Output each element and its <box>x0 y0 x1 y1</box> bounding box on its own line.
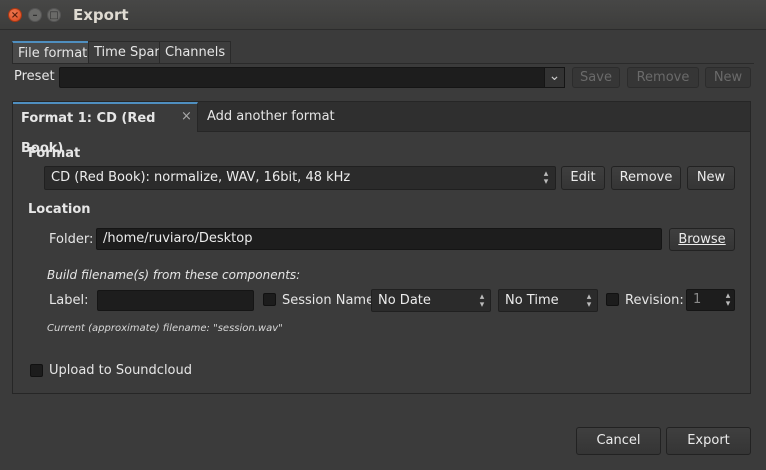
export-button[interactable]: Export <box>666 427 751 455</box>
format-new-button[interactable]: New <box>687 166 735 190</box>
chevron-down-icon: ▾ <box>586 300 592 310</box>
format-select-spin: ▴ ▾ <box>540 169 552 187</box>
preset-remove-button[interactable]: Remove <box>627 67 699 88</box>
preset-combo[interactable] <box>59 67 565 88</box>
browse-button[interactable]: Browse <box>669 228 735 251</box>
tab-add-another-format[interactable]: Add another format <box>199 102 343 132</box>
format-select[interactable]: CD (Red Book): normalize, WAV, 16bit, 48… <box>44 166 556 190</box>
time-select-spin: ▴ ▾ <box>583 292 595 310</box>
chevron-down-icon: ▾ <box>543 177 549 187</box>
minimize-window-icon[interactable]: – <box>28 8 42 22</box>
preset-label: Preset <box>14 69 55 84</box>
revision-checkbox[interactable] <box>606 293 619 306</box>
cancel-button[interactable]: Cancel <box>576 427 661 455</box>
format-edit-button[interactable]: Edit <box>561 166 605 190</box>
revision-label: Revision: <box>625 293 684 308</box>
window-title: Export <box>73 6 129 24</box>
folder-label: Folder: <box>49 232 94 247</box>
session-name-checkbox[interactable] <box>263 293 276 306</box>
upload-soundcloud-label: Upload to Soundcloud <box>49 363 193 378</box>
date-select-spin: ▴ ▾ <box>476 292 488 310</box>
session-name-label: Session Name <box>282 293 375 308</box>
current-filename-text: Current (approximate) filename: "session… <box>47 323 283 334</box>
folder-input[interactable]: /home/ruviaro/Desktop <box>96 228 662 250</box>
chevron-down-icon: ▾ <box>725 299 731 309</box>
tab-divider <box>12 63 754 64</box>
tab-file-format[interactable]: File format <box>12 41 94 64</box>
tab-time-span[interactable]: Time Span <box>88 41 169 64</box>
label-field-label: Label: <box>49 293 89 308</box>
chevron-down-icon: ▾ <box>479 300 485 310</box>
preset-dropdown-icon[interactable]: ⌄ <box>544 67 565 88</box>
format-heading: Format <box>28 146 81 161</box>
tab-format-1[interactable]: Format 1: CD (Red Book) <box>13 102 198 156</box>
location-heading: Location <box>28 202 91 217</box>
label-input[interactable] <box>97 290 254 311</box>
maximize-window-icon[interactable]: □ <box>47 8 61 22</box>
format-remove-button[interactable]: Remove <box>611 166 681 190</box>
filename-heading: Build filename(s) from these components: <box>47 268 301 282</box>
close-window-icon[interactable]: × <box>8 8 22 22</box>
upload-soundcloud-checkbox[interactable] <box>30 364 43 377</box>
close-tab-icon[interactable]: × <box>181 109 192 124</box>
tab-channels[interactable]: Channels <box>159 41 232 64</box>
preset-new-button[interactable]: New <box>705 67 751 88</box>
date-format-select[interactable]: No Date <box>371 289 491 312</box>
revision-spin[interactable]: ▴ ▾ <box>722 291 734 309</box>
preset-save-button[interactable]: Save <box>572 67 620 88</box>
